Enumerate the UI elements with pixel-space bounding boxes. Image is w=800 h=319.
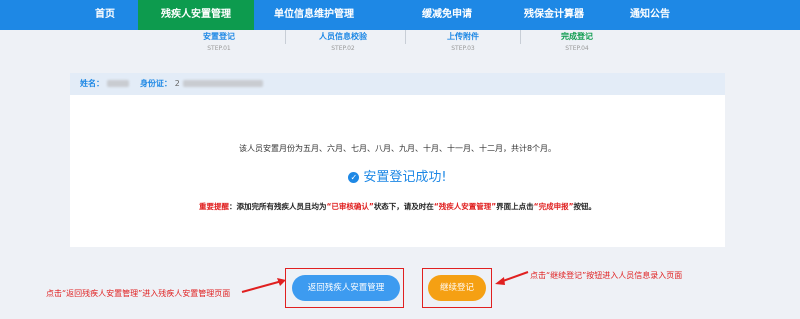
success-text: 安置登记成功! — [363, 170, 447, 185]
success-message: ✓ 安置登记成功! — [70, 166, 725, 185]
step-2-sub: STEP.02 — [331, 45, 355, 52]
result-card: 该人员安置月份为五月、六月、七月、八月、九月、十月、十一月、十二月，共计8个月。… — [70, 95, 725, 247]
nav-item-home[interactable]: 首页 — [82, 0, 128, 30]
placement-months-text: 该人员安置月份为五月、六月、七月、八月、九月、十月、十一月、十二月，共计8个月。 — [238, 144, 557, 153]
back-to-placement-button[interactable]: 返回残疾人安置管理 — [292, 275, 400, 301]
reminder-button: “完成申报” — [533, 202, 574, 211]
arrow-icon — [241, 278, 286, 293]
step-progress: 安置登记 STEP.01 人员信息校验 STEP.02 上传附件 STEP.03… — [0, 30, 800, 56]
reminder-text-4: 按钮。 — [573, 202, 597, 211]
arrow-icon — [495, 271, 529, 285]
reminder-status: “已审核确认” — [326, 202, 374, 211]
name-label: 姓名： — [80, 79, 104, 88]
nav-item-calculator[interactable]: 残保金计算器 — [506, 0, 602, 30]
id-prefix: 2 — [174, 79, 180, 88]
reminder-text-3: 界面上点击 — [496, 202, 534, 211]
nav-item-disabled-placement[interactable]: 残疾人安置管理 — [138, 0, 254, 30]
person-info-bar: 姓名： 身份证： 2 — [70, 73, 725, 95]
continue-register-button[interactable]: 继续登记 — [428, 275, 486, 301]
nav-item-reduction-application[interactable]: 缓减免申请 — [400, 0, 494, 30]
annotation-right: 点击“继续登记”按钮进入人员信息录入页面 — [530, 271, 683, 280]
step-divider — [405, 30, 406, 44]
top-nav: 首页 残疾人安置管理 单位信息维护管理 缓减免申请 残保金计算器 通知公告 — [0, 0, 800, 30]
step-2-title: 人员信息校验 — [319, 32, 367, 41]
step-4-title: 完成登记 — [561, 32, 593, 41]
name-redacted — [106, 80, 129, 87]
id-label: 身份证： — [139, 79, 172, 88]
step-4-sub: STEP.04 — [565, 45, 589, 52]
important-reminder: 重要提醒：添加完所有残疾人员且均为“已审核确认”状态下，请及时在“残疾人安置管理… — [70, 201, 725, 212]
reminder-text-1: ：添加完所有残疾人员且均为 — [228, 202, 327, 211]
nav-item-notices[interactable]: 通知公告 — [610, 0, 690, 30]
step-divider — [520, 30, 521, 44]
nav-item-unit-info[interactable]: 单位信息维护管理 — [256, 0, 372, 30]
step-3-sub: STEP.03 — [451, 45, 475, 52]
step-divider — [285, 30, 286, 44]
step-1-title: 安置登记 — [203, 32, 235, 41]
check-circle-icon: ✓ — [348, 172, 360, 183]
id-redacted — [182, 80, 263, 87]
step-1-sub: STEP.01 — [207, 45, 231, 52]
reminder-text-2: 状态下，请及时在 — [373, 202, 434, 211]
reminder-label: 重要提醒 — [198, 202, 229, 211]
step-3-title: 上传附件 — [447, 32, 479, 41]
annotation-left: 点击“返回残疾人安置管理”进入残疾人安置管理页面 — [46, 289, 231, 298]
reminder-page: “残疾人安置管理” — [433, 202, 497, 211]
